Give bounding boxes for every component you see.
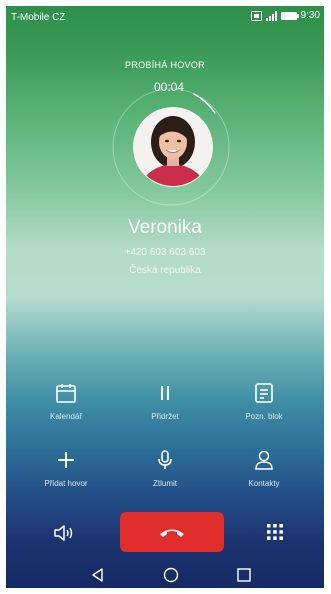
contact-number: +420 603 603 603 (124, 247, 206, 258)
signal-icon (265, 10, 277, 21)
clock: 9:30 (300, 10, 320, 21)
end-call-button[interactable] (120, 512, 224, 552)
recents-icon[interactable] (236, 567, 252, 583)
contact-country: Česká republika (129, 265, 201, 276)
person-icon (255, 450, 273, 470)
pause-icon (161, 386, 169, 400)
microphone-icon (158, 450, 172, 469)
speaker-button[interactable] (52, 522, 76, 544)
calendar-label: Kalendář (49, 412, 83, 421)
status-icons: 9:30 (250, 10, 320, 21)
add-call-button[interactable]: Přidat hovor (26, 448, 106, 488)
contacts-button[interactable]: Kontakty (224, 448, 304, 488)
contacts-label: Kontakty (248, 479, 280, 488)
sim-icon (250, 10, 262, 21)
home-icon[interactable] (163, 567, 179, 583)
status-bar: T-Mobile CZ 9:30 (6, 6, 324, 28)
mute-label: Ztlumit (153, 479, 177, 488)
hold-label: Přidržet (151, 412, 179, 421)
avatar (134, 108, 212, 186)
hang-up-icon (160, 529, 184, 537)
calendar-icon (56, 384, 76, 403)
mute-button[interactable]: Ztlumit (125, 448, 205, 488)
notes-label: Pozn. blok (245, 412, 283, 421)
calendar-button[interactable]: Kalendář (26, 381, 106, 421)
call-screen: T-Mobile CZ 9:30 PROBÍHÁ HOVOR 00:04 Ver… (6, 6, 324, 588)
dialpad-icon[interactable] (264, 521, 286, 543)
notes-button[interactable]: Pozn. blok (224, 381, 304, 421)
carrier-label: T-Mobile CZ (11, 12, 66, 23)
plus-icon (58, 452, 74, 468)
contact-name: Veronika (128, 217, 202, 238)
navigation-bar (6, 562, 324, 588)
hold-button[interactable]: Přidržet (125, 381, 205, 421)
battery-icon (280, 11, 299, 20)
add-call-label: Přidat hovor (44, 479, 88, 488)
back-icon[interactable] (90, 567, 106, 583)
call-status-label: PROBÍHÁ HOVOR (125, 60, 205, 70)
notepad-icon (255, 383, 273, 403)
